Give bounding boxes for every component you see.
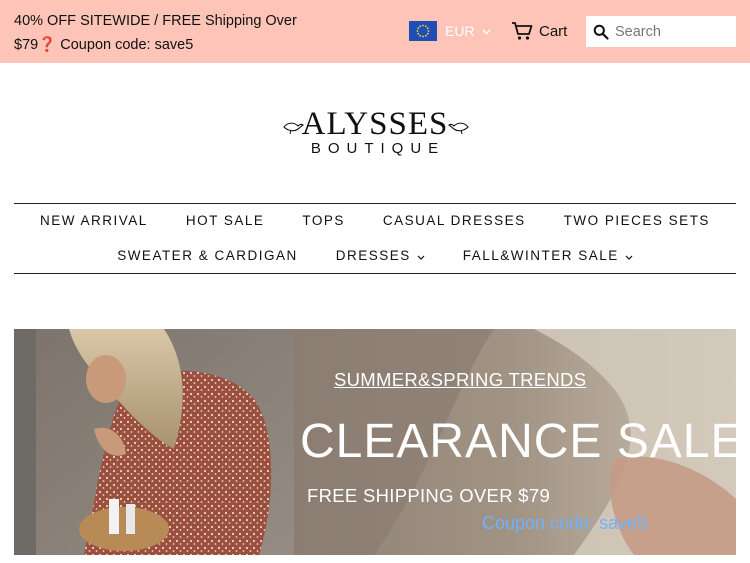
hero-banner[interactable]: SUMMER&SPRING TRENDS CLEARANCE SALE FREE… xyxy=(14,329,736,555)
nav-label: SWEATER & CARDIGAN xyxy=(117,248,298,263)
announcement-bar: 40% OFF SITEWIDE / FREE Shipping Over $7… xyxy=(0,0,750,63)
chevron-down-icon xyxy=(417,248,425,264)
search-input[interactable] xyxy=(615,23,727,40)
nav-item-new-arrival[interactable]: NEW ARRIVAL xyxy=(40,213,148,229)
hero-shipping-text: FREE SHIPPING OVER $79 xyxy=(307,485,551,506)
promo-line-1: 40% OFF SITEWIDE / FREE Shipping Over xyxy=(14,13,297,29)
store-logo[interactable]: ALYSSES BOUTIQUE xyxy=(280,108,470,158)
nav-label: DRESSES xyxy=(335,248,411,263)
nav-item-hot-sale[interactable]: HOT SALE xyxy=(186,213,265,229)
nav-label: FALL&WINTER SALE xyxy=(462,248,619,263)
hero-title: CLEARANCE SALE xyxy=(300,415,736,468)
bird-right-icon xyxy=(448,122,469,134)
cart-link[interactable]: Cart xyxy=(511,21,567,41)
bird-left-icon xyxy=(283,122,304,134)
search-icon[interactable] xyxy=(593,24,609,40)
nav-item-casual-dresses[interactable]: CASUAL DRESSES xyxy=(383,213,526,229)
chevron-down-icon xyxy=(482,22,491,40)
cart-icon xyxy=(512,22,533,40)
nav-row-2: SWEATER & CARDIGAN DRESSES FALL&WINTER S… xyxy=(14,248,736,264)
logo-subtitle: BOUTIQUE xyxy=(310,140,446,157)
promo-line-2: $79❓ Coupon code: save5 xyxy=(14,37,194,53)
nav-item-sweater-cardigan[interactable]: SWEATER & CARDIGAN xyxy=(117,248,298,264)
currency-code: EUR xyxy=(445,23,475,39)
cart-label: Cart xyxy=(539,22,568,40)
hero-coupon-text: Coupon code: save5 xyxy=(482,513,648,533)
nav-item-tops[interactable]: TOPS xyxy=(302,213,345,229)
eu-flag-icon xyxy=(409,21,437,41)
search-box xyxy=(586,16,736,47)
nav-row-1: NEW ARRIVAL HOT SALE TOPS CASUAL DRESSES… xyxy=(14,213,736,229)
chevron-down-icon xyxy=(625,248,633,264)
main-navigation: NEW ARRIVAL HOT SALE TOPS CASUAL DRESSES… xyxy=(14,203,736,274)
promo-text: 40% OFF SITEWIDE / FREE Shipping Over $7… xyxy=(14,9,314,57)
logo-wordmark: ALYSSES xyxy=(301,106,449,142)
nav-item-two-pieces-sets[interactable]: TWO PIECES SETS xyxy=(564,213,710,229)
nav-item-dresses[interactable]: DRESSES xyxy=(336,248,425,264)
hero-subtitle: SUMMER&SPRING TRENDS xyxy=(334,369,587,390)
currency-selector[interactable]: EUR xyxy=(409,21,491,41)
nav-item-fall-winter-sale[interactable]: FALL&WINTER SALE xyxy=(463,248,633,264)
